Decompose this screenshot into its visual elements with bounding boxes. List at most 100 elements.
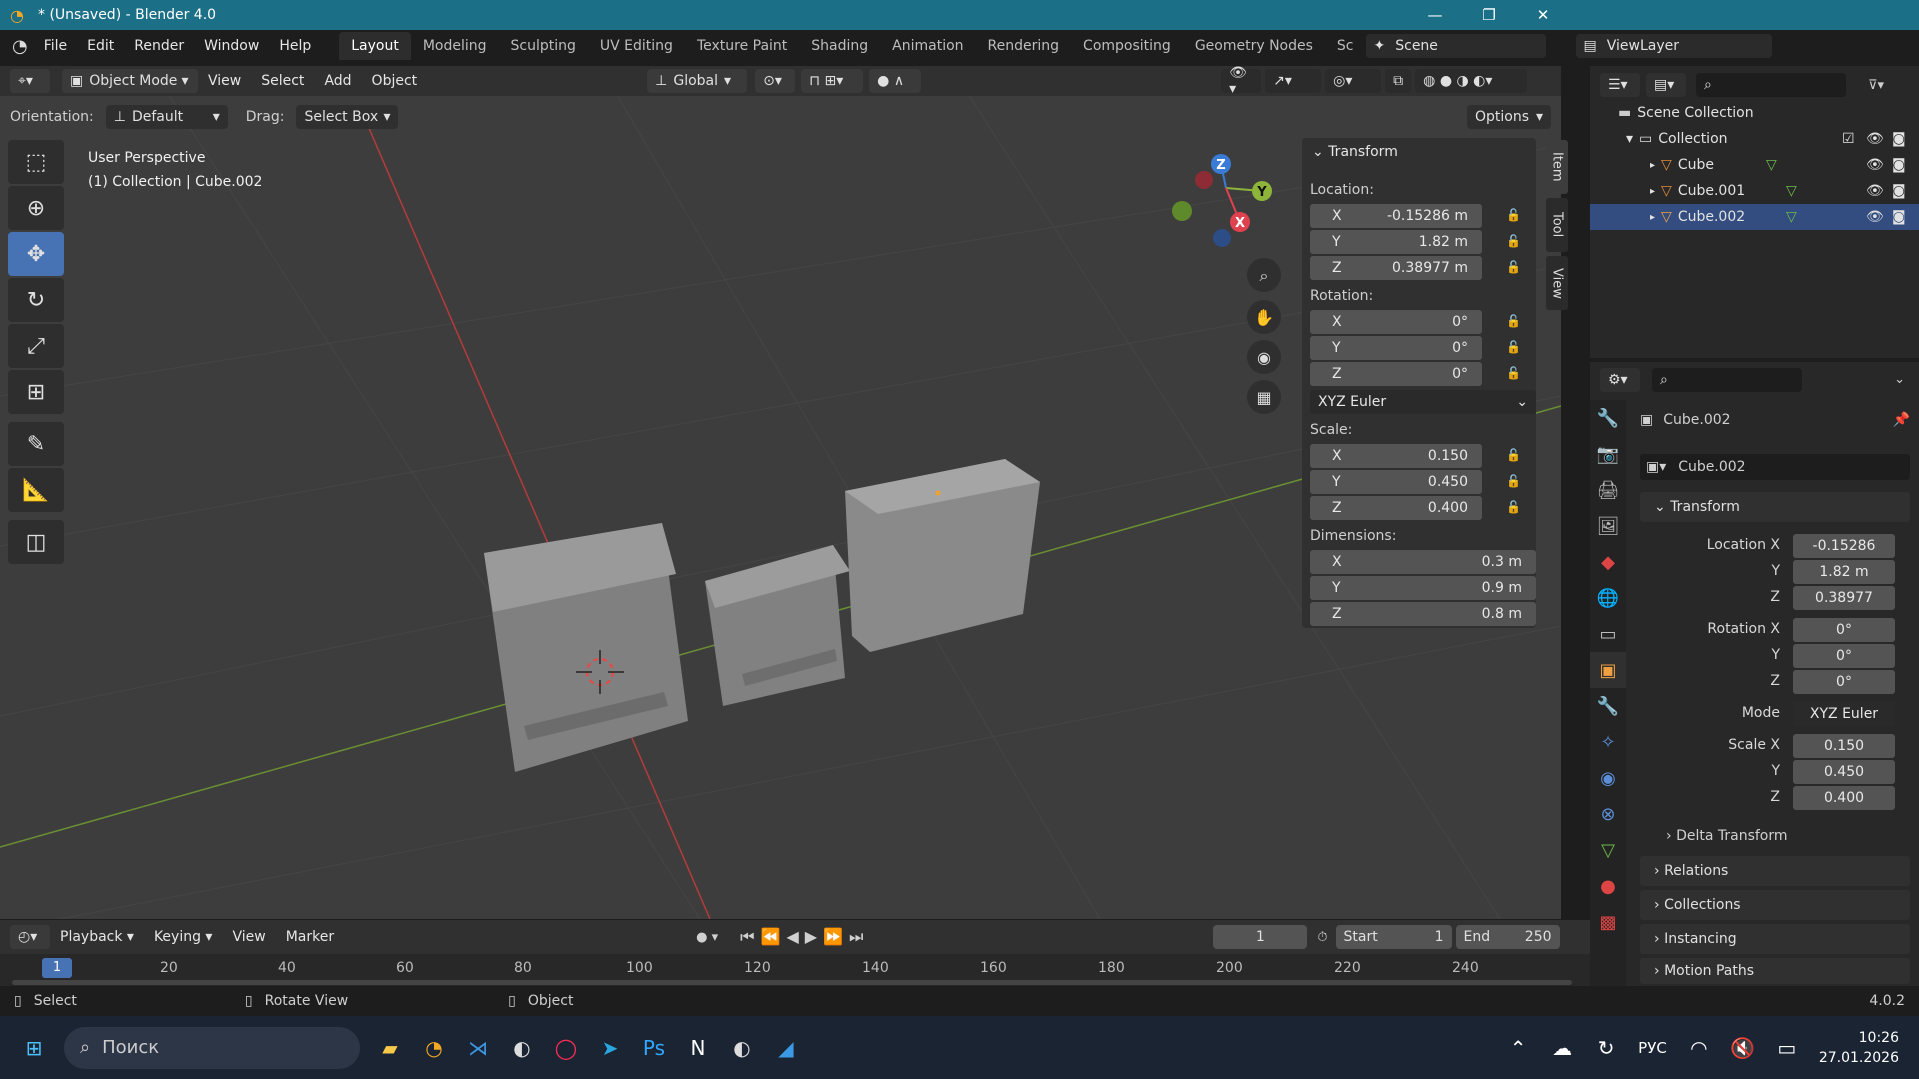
xray-icon[interactable]: ⧉ (1385, 69, 1412, 93)
data-tab-icon[interactable]: ▽ (1590, 832, 1626, 868)
eye-icon[interactable]: 👁 (1866, 183, 1884, 199)
blender-menu-icon[interactable]: ◔ (12, 36, 28, 57)
sync-icon[interactable]: ↻ (1586, 1028, 1626, 1068)
prop-location-y[interactable]: Y 1.82 m (1640, 560, 1919, 584)
tab-shading[interactable]: Shading (799, 32, 880, 60)
eye-icon[interactable]: 👁 (1866, 157, 1884, 173)
editor-type-icon[interactable]: ⌖▾ (10, 69, 50, 93)
prop-scale-z[interactable]: Z 0.400 (1640, 786, 1919, 810)
timeline-scrollbar[interactable] (12, 980, 1572, 985)
camera-icon[interactable]: ◙ (1892, 157, 1906, 173)
file-explorer-icon[interactable]: ▰ (370, 1028, 410, 1068)
scale-tool-icon[interactable]: ⤢ (8, 324, 64, 368)
chevron-up-icon[interactable]: ⌃ (1498, 1028, 1538, 1068)
constraints-tab-icon[interactable]: ⊗ (1590, 796, 1626, 832)
transform-tool-icon[interactable]: ⊞ (8, 370, 64, 414)
viewport-menu-add[interactable]: Add (314, 73, 361, 89)
camera-icon[interactable]: ◙ (1892, 131, 1906, 147)
annotate-tool-icon[interactable]: ✎ (8, 422, 64, 466)
location-y-field[interactable]: Y 1.82 m (1310, 230, 1482, 254)
display-mode-icon[interactable]: ▤▾ (1646, 73, 1686, 97)
scene-selector[interactable]: ✦ Scene (1365, 34, 1546, 58)
view-layer-tab-icon[interactable]: 🖼 (1590, 508, 1626, 544)
scale-x-field[interactable]: X 0.150 (1310, 444, 1482, 468)
outliner-search-input[interactable]: ⌕ (1696, 73, 1846, 97)
onedrive-icon[interactable]: ☁ (1542, 1028, 1582, 1068)
location-z-field[interactable]: Z 0.38977 m (1310, 256, 1482, 280)
viewport-menu-select[interactable]: Select (251, 73, 314, 89)
timeline-editor-type-icon[interactable]: ◴▾ (10, 925, 50, 949)
tab-animation[interactable]: Animation (880, 32, 975, 60)
pivot-point-icon[interactable]: ⊙▾ (755, 69, 796, 93)
steam-icon-2[interactable]: ◐ (722, 1028, 762, 1068)
outliner-item-cube-001[interactable]: ▸ ▽ Cube.001 ▽ 👁 ◙ (1590, 178, 1919, 204)
visibility-icon[interactable]: 👁▾ (1221, 65, 1262, 97)
viewport-menu-object[interactable]: Object (362, 73, 428, 89)
tab-compositing[interactable]: Compositing (1071, 32, 1183, 60)
playback-controls-icons[interactable]: ⏮⏪◀▶⏩⏭ (740, 927, 869, 947)
scale-y-field[interactable]: Y 0.450 (1310, 470, 1482, 494)
view-layer-selector[interactable]: ▤ ViewLayer (1575, 34, 1772, 58)
measure-tool-icon[interactable]: 📐 (8, 468, 64, 512)
tab-uv-editing[interactable]: UV Editing (588, 32, 685, 60)
windows-start-icon[interactable]: ⊞ (14, 1028, 54, 1068)
lock-icon[interactable]: 🔓 (1506, 340, 1522, 354)
tab-geometry-nodes[interactable]: Geometry Nodes (1183, 32, 1325, 60)
timeline-view-menu[interactable]: View (222, 929, 275, 945)
prop-rotation-mode[interactable]: Mode XYZ Euler (1640, 702, 1919, 726)
filter-icon[interactable]: ⊽▾ (1868, 78, 1884, 93)
object-datablock-field[interactable]: ▣▾ Cube.002 (1640, 454, 1910, 480)
tab-sculpting[interactable]: Sculpting (499, 32, 588, 60)
blender-taskbar-icon[interactable]: ◔ (414, 1028, 454, 1068)
scene-collection-row[interactable]: ▬ Scene Collection (1590, 100, 1919, 126)
rotation-z-field[interactable]: Z 0° (1310, 362, 1482, 386)
cube-left[interactable] (484, 523, 688, 772)
taskbar-clock[interactable]: 10:26 27.01.2026 (1819, 1028, 1899, 1068)
shading-mode-icons[interactable]: ◍ ● ◑ ◐▾ (1415, 69, 1528, 93)
scale-z-field[interactable]: Z 0.400 (1310, 496, 1482, 520)
rotation-x-field[interactable]: X 0° (1310, 310, 1482, 334)
relations-panel[interactable]: › Relations (1640, 856, 1910, 886)
object-tab-icon[interactable]: ▣ (1590, 652, 1626, 688)
rotation-mode-dropdown[interactable]: XYZ Euler ⌄ (1310, 390, 1536, 414)
tab-view[interactable]: View (1546, 256, 1568, 310)
collection-tab-icon[interactable]: ▭ (1590, 616, 1626, 652)
overlays-icon[interactable]: ◎▾ (1325, 69, 1382, 93)
add-cube-tool-icon[interactable]: ◫ (8, 520, 64, 564)
viewport-menu-view[interactable]: View (198, 73, 251, 89)
editor-app-icon[interactable]: ◢ (766, 1028, 806, 1068)
camera-icon[interactable]: ◙ (1892, 183, 1906, 199)
battery-icon[interactable]: ▭ (1767, 1028, 1807, 1068)
physics-tab-icon[interactable]: ◉ (1590, 760, 1626, 796)
dimensions-x-field[interactable]: X 0.3 m (1310, 550, 1536, 574)
checkbox-icon[interactable]: ☑ (1842, 131, 1855, 147)
options-dropdown[interactable]: Options ▾ (1467, 105, 1551, 129)
lock-icon[interactable]: 🔓 (1506, 234, 1522, 248)
eye-icon[interactable]: 👁 (1866, 209, 1884, 225)
scene-tab-icon[interactable]: ◆ (1590, 544, 1626, 580)
menu-render[interactable]: Render (124, 38, 194, 54)
cursor-tool-icon[interactable]: ⊕ (8, 186, 64, 230)
motion-paths-panel[interactable]: › Motion Paths (1640, 958, 1910, 984)
outliner-editor-type-icon[interactable]: ☰▾ (1600, 73, 1640, 97)
maximize-button[interactable]: ❐ (1459, 0, 1519, 30)
record-icon[interactable]: ● ▾ (696, 930, 718, 945)
start-frame-field[interactable]: Start 1 (1335, 925, 1452, 949)
clock-icon[interactable]: ⏱ (1317, 930, 1327, 945)
instancing-panel[interactable]: › Instancing (1640, 924, 1910, 954)
lock-icon[interactable]: 🔓 (1506, 366, 1522, 380)
material-tab-icon[interactable]: ● (1590, 868, 1626, 904)
npanel-transform-header[interactable]: ⌄ Transform (1312, 144, 1398, 160)
object-mode-dropdown[interactable]: ▣ Object Mode ▾ (62, 69, 198, 93)
world-tab-icon[interactable]: 🌐 (1590, 580, 1626, 616)
outliner-item-cube[interactable]: ▸ ▽ Cube ▽ 👁 ◙ (1590, 152, 1919, 178)
rotation-y-field[interactable]: Y 0° (1310, 336, 1482, 360)
dimensions-y-field[interactable]: Y 0.9 m (1310, 576, 1536, 600)
gizmo-toggle-icon[interactable]: ↗▾ (1265, 69, 1322, 93)
menu-file[interactable]: File (34, 38, 77, 54)
location-x-field[interactable]: X -0.15286 m (1310, 204, 1482, 228)
select-box-tool-icon[interactable]: ⬚ (8, 140, 64, 184)
current-frame-field[interactable]: 1 (1213, 925, 1308, 949)
prop-scale-x[interactable]: Scale X 0.150 (1640, 734, 1919, 758)
menu-edit[interactable]: Edit (77, 38, 124, 54)
